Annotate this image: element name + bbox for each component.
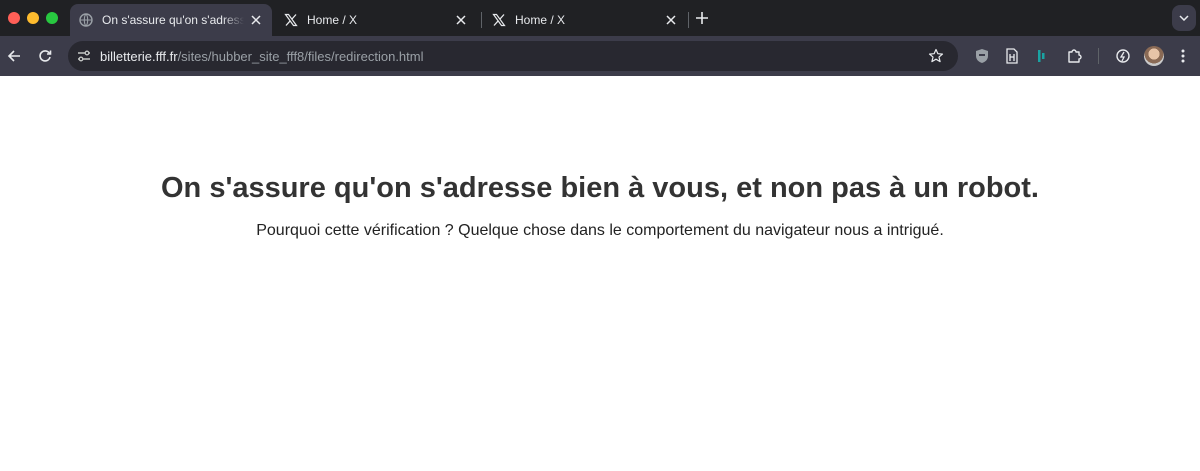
tab-title: Home / X (307, 13, 358, 27)
tab-divider (688, 12, 689, 28)
kebab-menu-icon[interactable] (1172, 45, 1194, 67)
site-info-tune-icon[interactable] (76, 48, 92, 64)
teal-extension-icon[interactable] (1033, 47, 1051, 65)
reload-icon[interactable] (34, 45, 56, 67)
tab-close-icon[interactable] (248, 12, 264, 28)
profile-avatar[interactable] (1144, 46, 1164, 66)
browser-window: On s'assure qu'on s'adresse bien à vous,… (0, 0, 1200, 471)
url-text[interactable]: billetterie.fff.fr/sites/hubber_site_fff… (100, 49, 424, 64)
globe-icon (78, 12, 94, 28)
tab-home-x-2[interactable]: Home / X (483, 4, 687, 36)
shield-extension-icon[interactable] (973, 47, 991, 65)
page-heading: On s'assure qu'on s'adresse bien à vous,… (160, 172, 1039, 204)
puzzle-extensions-icon[interactable] (1065, 47, 1083, 65)
window-minimize-button[interactable] (27, 12, 39, 24)
address-bar[interactable]: billetterie.fff.fr/sites/hubber_site_fff… (68, 41, 958, 71)
new-tab-plus-icon[interactable] (694, 10, 710, 26)
window-close-button[interactable] (8, 12, 20, 24)
window-maximize-button[interactable] (46, 12, 58, 24)
url-path: /sites/hubber_site_fff8/files/redirectio… (177, 49, 424, 64)
x-logo-icon (491, 12, 507, 28)
tab-close-icon[interactable] (453, 12, 469, 28)
tab-divider (481, 12, 482, 28)
browser-toolbar: billetterie.fff.fr/sites/hubber_site_fff… (0, 36, 1200, 76)
page-subtext: Pourquoi cette vérification ? Quelque ch… (256, 222, 944, 239)
tab-close-icon[interactable] (663, 12, 679, 28)
tab-title: Home / X (515, 13, 566, 27)
page-content: On s'assure qu'on s'adresse bien à vous,… (0, 76, 1200, 471)
url-host: billetterie.fff.fr (100, 49, 178, 64)
x-logo-icon (283, 12, 299, 28)
tab-search-chevron-icon[interactable] (1172, 5, 1196, 31)
back-arrow-icon[interactable] (3, 45, 25, 67)
document-extension-icon[interactable] (1003, 47, 1021, 65)
tab-home-x-1[interactable]: Home / X (275, 4, 477, 36)
tab-strip: On s'assure qu'on s'adresse bien à vous,… (0, 0, 1200, 36)
performance-icon[interactable] (1114, 47, 1132, 65)
tab-active[interactable]: On s'assure qu'on s'adresse bien à vous,… (70, 4, 272, 36)
toolbar-divider (1098, 48, 1099, 64)
bookmark-star-icon[interactable] (928, 48, 944, 64)
tab-title: On s'assure qu'on s'adresse bien à vous,… (102, 13, 244, 27)
